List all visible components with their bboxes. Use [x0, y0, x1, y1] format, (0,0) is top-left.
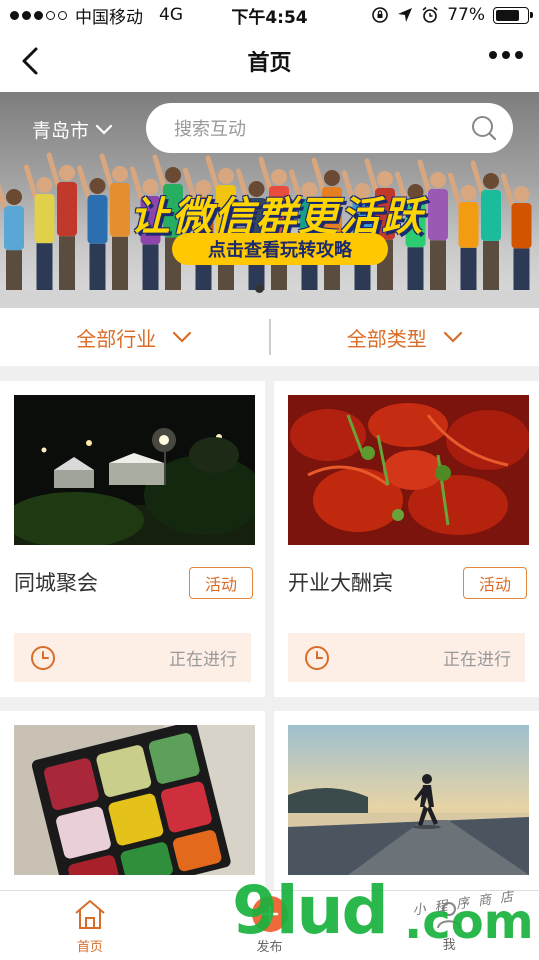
- battery-label: 77%: [447, 5, 485, 25]
- location-icon: [398, 8, 413, 22]
- page-title: 首页: [247, 51, 292, 76]
- card-tag: 活动: [189, 567, 253, 599]
- card-status-bar: 正在进行: [288, 633, 525, 682]
- activity-card[interactable]: 同城聚会 活动 正在进行: [0, 381, 265, 697]
- clock-icon: [31, 645, 55, 670]
- activity-card[interactable]: [274, 711, 539, 891]
- chevron-down-icon: [173, 331, 192, 343]
- card-tag: 活动: [463, 567, 527, 599]
- carrier-label: 中国移动: [75, 7, 143, 28]
- activity-card[interactable]: 开业大酬宾 活动 正在进行: [274, 381, 539, 697]
- home-icon: [75, 900, 105, 929]
- card-title: 同城聚会: [14, 571, 98, 595]
- filter-bar: 全部行业 全部类型: [0, 308, 539, 366]
- card-status-text: 正在进行: [443, 650, 511, 670]
- user-icon: [437, 902, 462, 929]
- city-selector[interactable]: 青岛市: [32, 116, 113, 143]
- search-input[interactable]: 搜索互动: [146, 103, 513, 153]
- tab-publish-label: 发布: [256, 940, 283, 955]
- chevron-down-icon: [443, 331, 462, 343]
- plus-icon: [251, 896, 288, 932]
- chevron-left-icon: [22, 47, 38, 75]
- status-left: 中国移动 4G: [10, 3, 183, 28]
- crayfish-photo: [288, 395, 529, 545]
- type-filter[interactable]: 全部类型: [271, 323, 539, 352]
- status-bar: 中国移动 4G 下午4:54 77%: [0, 0, 539, 30]
- signal-icon: [10, 10, 67, 20]
- rotation-lock-icon: [372, 7, 389, 23]
- banner-sub-slogan[interactable]: 点击查看玩转攻略: [172, 233, 388, 265]
- tab-me-label: 我: [442, 938, 456, 953]
- search-placeholder: 搜索互动: [174, 119, 246, 140]
- industry-filter-label: 全部行业: [76, 326, 157, 351]
- tab-publish[interactable]: 发布: [180, 891, 360, 960]
- card-status-text: 正在进行: [169, 650, 237, 670]
- banner-pager-dot: [255, 284, 264, 293]
- more-dots-icon[interactable]: [489, 51, 523, 59]
- tab-bar: 首页 发布 我: [0, 890, 539, 960]
- city-label: 青岛市: [32, 120, 90, 142]
- nav-bar: 首页: [0, 30, 539, 92]
- status-right: 77%: [371, 5, 533, 25]
- tab-home[interactable]: 首页: [0, 891, 180, 960]
- tab-home-label: 首页: [76, 940, 103, 955]
- banner-ground: [0, 290, 539, 308]
- tab-me[interactable]: 我: [359, 891, 539, 960]
- runner-sunset-photo: [288, 725, 529, 875]
- back-button[interactable]: [14, 45, 46, 77]
- network-label: 4G: [159, 5, 183, 25]
- rubiks-cube-photo: [14, 725, 255, 875]
- search-icon: [472, 116, 497, 141]
- card-title: 开业大酬宾: [288, 571, 393, 595]
- clock-icon: [305, 645, 329, 670]
- night-party-photo: [14, 395, 255, 545]
- battery-icon: [493, 6, 533, 24]
- alarm-icon: [422, 6, 438, 23]
- card-status-bar: 正在进行: [14, 633, 251, 682]
- chevron-down-icon: [95, 124, 113, 135]
- activity-card[interactable]: [0, 711, 265, 891]
- industry-filter[interactable]: 全部行业: [0, 323, 269, 352]
- type-filter-label: 全部类型: [346, 326, 427, 351]
- promo-banner[interactable]: 青岛市 搜索互动 让微信群更活跃 点击查看玩转攻略: [0, 92, 539, 308]
